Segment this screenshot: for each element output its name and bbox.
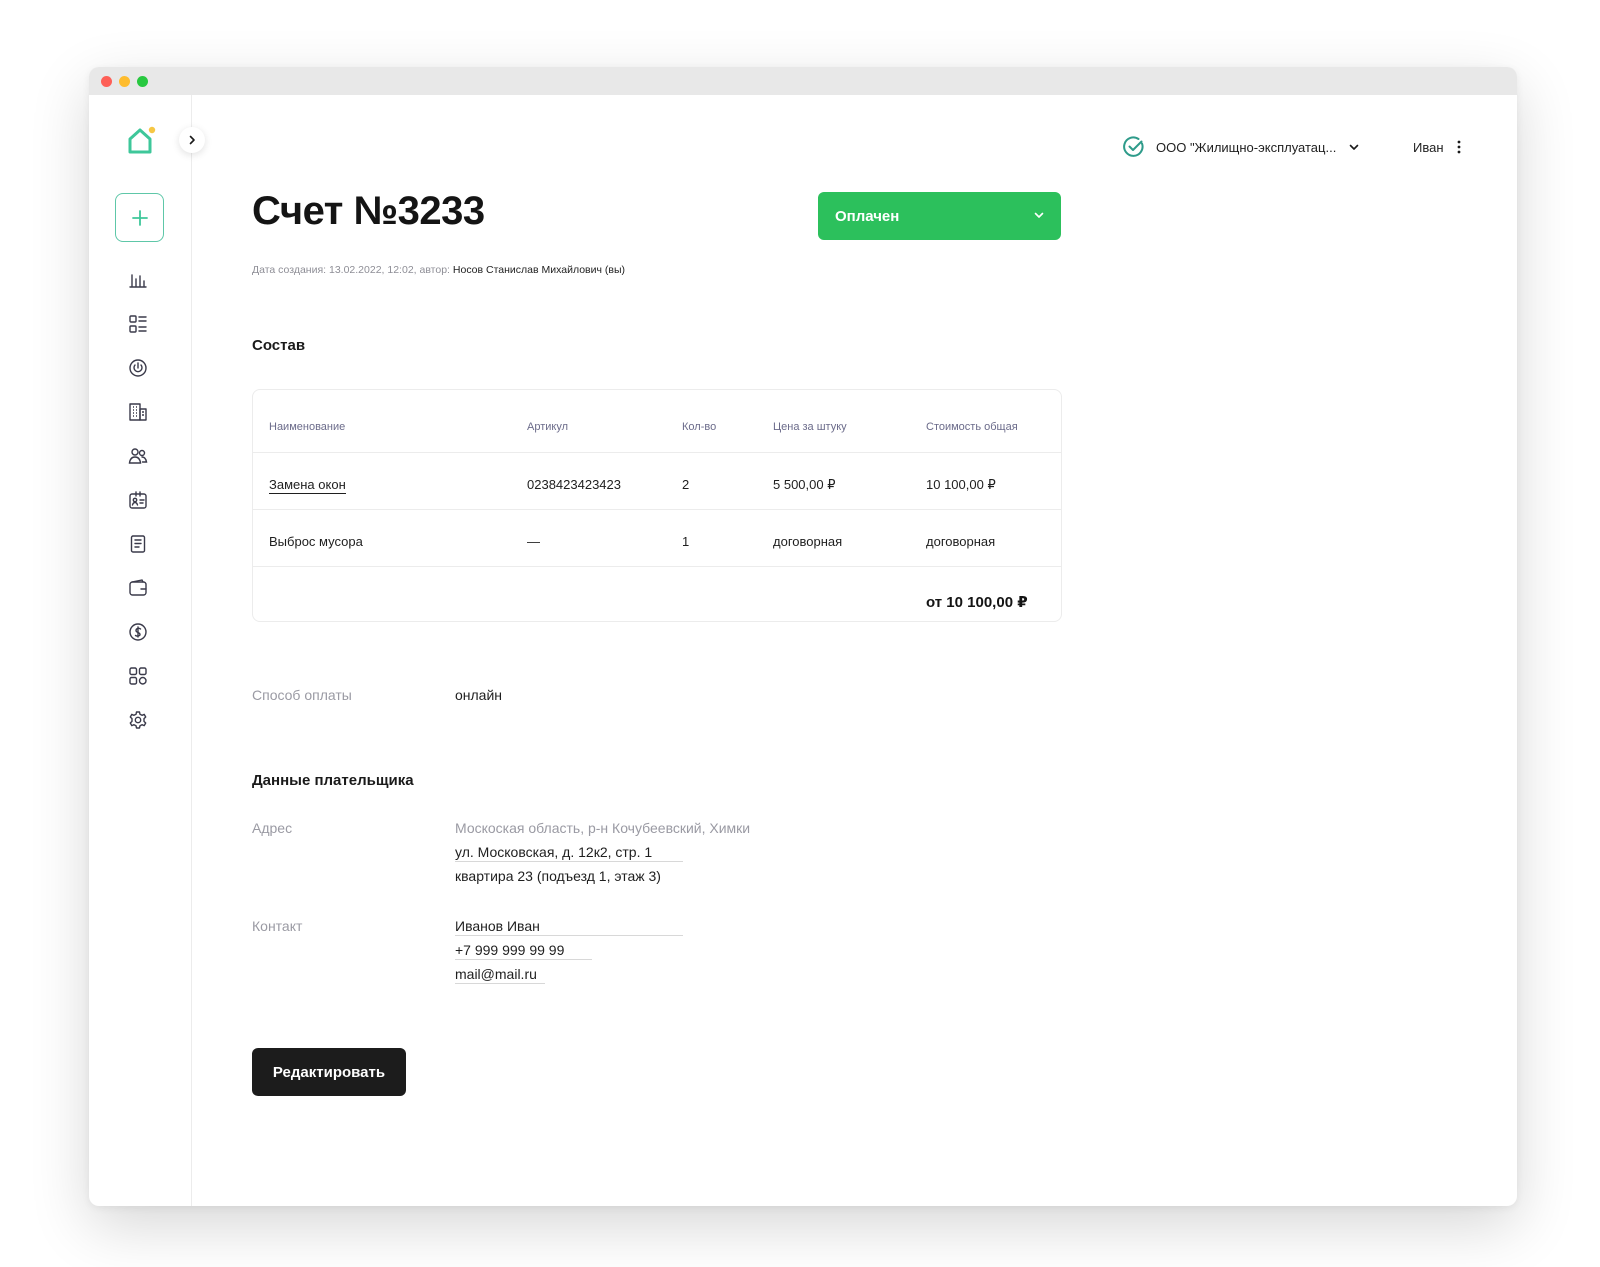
row-total: договорная <box>926 534 996 549</box>
chevron-down-icon <box>1034 212 1044 218</box>
row-name-link[interactable]: Замена окон <box>269 477 346 494</box>
maximize-window-button[interactable] <box>137 76 148 87</box>
chevron-right-icon <box>189 135 195 145</box>
payment-method-label: Способ оплаты <box>252 687 352 703</box>
status-label: Оплачен <box>835 207 900 225</box>
row-divider <box>253 452 1061 453</box>
column-header: Наименование <box>269 421 346 433</box>
more-vertical-icon[interactable] <box>1456 139 1462 155</box>
column-header: Артикул <box>527 421 569 433</box>
org-name: ООО "Жилищно-эксплуатац... <box>1156 139 1337 155</box>
sidebar <box>89 95 192 1206</box>
nav-chart-icon[interactable] <box>127 269 149 291</box>
row-sku: 0238423423423 <box>527 477 621 492</box>
nav-list-icon[interactable] <box>127 313 149 335</box>
column-header: Кол-во <box>682 421 717 433</box>
payer-title: Данные плательщика <box>252 772 414 789</box>
user-name: Иван <box>1413 139 1444 155</box>
chevron-down-icon <box>1350 144 1359 150</box>
row-qty: 1 <box>682 534 690 549</box>
user-menu[interactable]: Иван <box>1413 134 1462 160</box>
contact-name[interactable]: Иванов Иван <box>455 918 683 936</box>
row-divider <box>253 509 1061 510</box>
contact-phone[interactable]: +7 999 999 99 99 <box>455 942 592 960</box>
row-price: 5 500,00 ₽ <box>773 477 836 492</box>
invoice-meta: Дата создания: 13.02.2022, 12:02, автор:… <box>252 264 625 276</box>
app-window: ООО "Жилищно-эксплуатац... Иван Счет №32… <box>89 67 1517 1206</box>
row-sku: — <box>527 534 540 549</box>
nav-gear-icon[interactable] <box>127 709 149 731</box>
meta-author: Носов Станислав Михайлович (вы) <box>452 264 625 276</box>
nav-coin-icon[interactable] <box>127 621 149 643</box>
nav-power-icon[interactable] <box>127 357 149 379</box>
contact-label: Контакт <box>252 918 303 934</box>
nav-id-card-icon[interactable] <box>127 489 149 511</box>
minimize-window-button[interactable] <box>119 76 130 87</box>
payment-method-value: онлайн <box>455 687 503 703</box>
window-titlebar <box>89 67 1517 95</box>
page-title: Счет №3233 <box>252 189 485 233</box>
nav-document-icon[interactable] <box>127 533 149 555</box>
row-total: 10 100,00 ₽ <box>926 477 996 492</box>
org-selector[interactable]: ООО "Жилищно-эксплуатац... <box>1122 134 1360 160</box>
address-line-region: Москоская область, р-н Кочубеевский, Хим… <box>455 820 751 836</box>
address-line-apartment: квартира 23 (подъезд 1, этаж 3) <box>455 868 661 884</box>
composition-title: Состав <box>252 337 306 354</box>
status-dropdown[interactable]: Оплачен <box>818 192 1061 240</box>
check-circle-icon <box>1123 136 1144 157</box>
house-logo-icon[interactable] <box>125 125 157 157</box>
row-name: Выброс мусора <box>269 534 363 549</box>
meta-created: Дата создания: 13.02.2022, 12:02, автор: <box>252 264 450 276</box>
row-qty: 2 <box>682 477 690 492</box>
grand-total: от 10 100,00 ₽ <box>926 594 1028 611</box>
close-window-button[interactable] <box>101 76 112 87</box>
edit-button[interactable]: Редактировать <box>252 1048 406 1096</box>
expand-sidebar-button[interactable] <box>179 127 205 153</box>
row-divider <box>253 566 1061 567</box>
nav-grid-icon[interactable] <box>127 665 149 687</box>
nav-building-icon[interactable] <box>127 401 149 423</box>
nav-users-icon[interactable] <box>127 445 149 467</box>
column-header: Стоимость общая <box>926 421 1018 433</box>
composition-table: Наименование Артикул Кол-во Цена за штук… <box>252 389 1062 622</box>
address-label: Адрес <box>252 820 293 836</box>
add-button[interactable] <box>115 193 164 242</box>
contact-email[interactable]: mail@mail.ru <box>455 966 545 984</box>
row-price: договорная <box>773 534 843 549</box>
nav-wallet-icon[interactable] <box>127 577 149 599</box>
address-line-street[interactable]: ул. Московская, д. 12к2, стр. 1 <box>455 844 683 862</box>
column-header: Цена за штуку <box>773 421 847 433</box>
plus-icon <box>131 209 148 226</box>
